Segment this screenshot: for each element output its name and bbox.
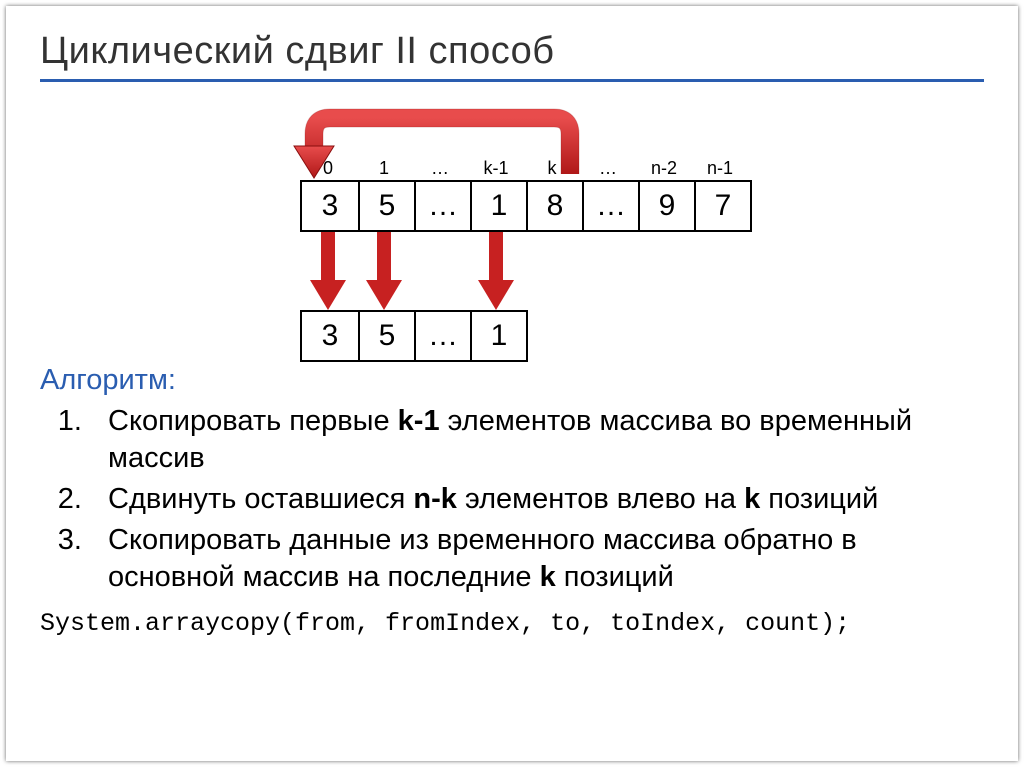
cell: 1 xyxy=(470,182,526,230)
cell: … xyxy=(414,312,470,360)
cell: … xyxy=(414,182,470,230)
cell: 5 xyxy=(358,182,414,230)
text: позиций xyxy=(556,561,674,593)
var-k: k xyxy=(540,561,556,593)
down-arrow-icon xyxy=(310,232,346,310)
step-3: Скопировать данные из временного массива… xyxy=(90,522,984,596)
down-arrow-icon xyxy=(478,232,514,310)
step-1: Скопировать первые k-1 элементов массива… xyxy=(90,403,984,477)
source-array: 3 5 … 1 8 … 9 7 xyxy=(300,180,752,232)
idx-2: … xyxy=(412,158,468,179)
text: Скопировать первые xyxy=(108,405,398,437)
index-row: 0 1 … k-1 k … n-2 n-1 xyxy=(300,158,748,179)
text: позиций xyxy=(760,483,878,515)
temp-array: 3 5 … 1 xyxy=(300,310,528,362)
cell: 8 xyxy=(526,182,582,230)
idx-6: n-2 xyxy=(636,158,692,179)
algorithm-label: Алгоритм: xyxy=(40,364,984,397)
idx-3: k-1 xyxy=(468,158,524,179)
cell: 3 xyxy=(302,312,358,360)
slide-title: Циклический сдвиг II способ xyxy=(40,30,984,82)
text: Скопировать данные из временного массива… xyxy=(108,524,857,593)
cell: 7 xyxy=(694,182,750,230)
algorithm-steps: Скопировать первые k-1 элементов массива… xyxy=(90,403,984,597)
idx-0: 0 xyxy=(300,158,356,179)
cell: 9 xyxy=(638,182,694,230)
cell: … xyxy=(582,182,638,230)
var-k-1: k-1 xyxy=(398,405,440,437)
idx-7: n-1 xyxy=(692,158,748,179)
step-2: Сдвинуть оставшиеся n-k элементов влево … xyxy=(90,481,984,518)
var-k: k xyxy=(744,483,760,515)
text: Сдвинуть оставшиеся xyxy=(108,483,413,515)
text: элементов влево на xyxy=(457,483,744,515)
cell: 5 xyxy=(358,312,414,360)
idx-5: … xyxy=(580,158,636,179)
idx-1: 1 xyxy=(356,158,412,179)
cell: 1 xyxy=(470,312,526,360)
var-n-k: n-k xyxy=(413,483,457,515)
down-arrow-icon xyxy=(366,232,402,310)
diagram-area: 0 1 … k-1 k … n-2 n-1 3 5 … 1 8 … 9 7 xyxy=(40,100,984,360)
cell: 3 xyxy=(302,182,358,230)
copy-arrows xyxy=(300,232,524,312)
idx-4: k xyxy=(524,158,580,179)
code-line: System.arraycopy(from, fromIndex, to, to… xyxy=(40,609,984,638)
